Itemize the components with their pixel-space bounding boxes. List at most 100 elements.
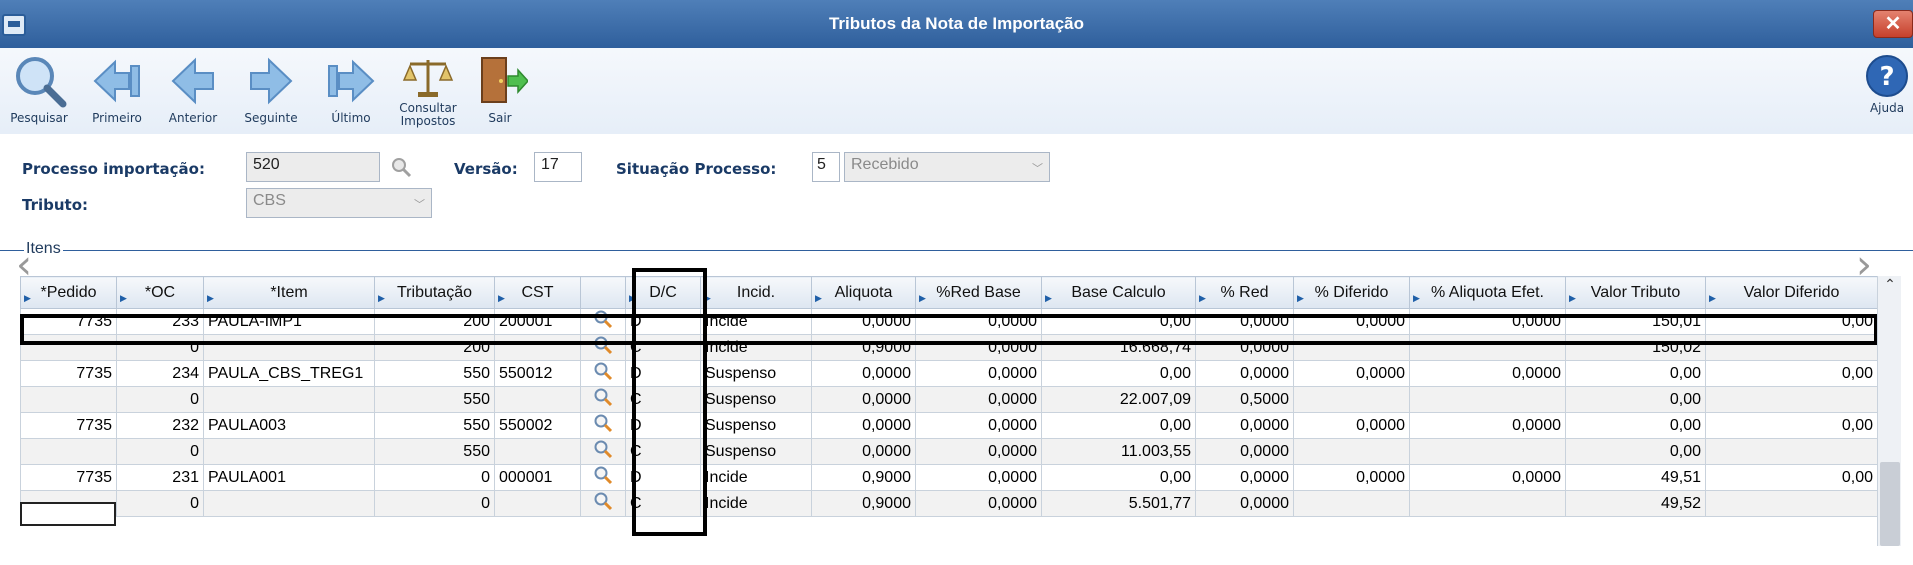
table-cell[interactable]: 0,0000 — [1195, 438, 1294, 465]
table-cell[interactable]: 550 — [374, 412, 495, 439]
table-cell[interactable]: Incide — [700, 490, 812, 517]
search-button[interactable]: Pesquisar — [6, 54, 72, 125]
exit-button[interactable]: Sair — [470, 54, 530, 125]
column-header[interactable]: ▶ *Pedido — [20, 276, 117, 309]
table-cell[interactable]: 0,0000 — [1195, 412, 1294, 439]
table-row[interactable]: 7735 232 PAULA003 550 550002 D Suspenso 0,0000 0… — [20, 412, 1878, 439]
table-cell[interactable]: Incide — [700, 334, 812, 361]
lookup-cell[interactable] — [580, 438, 626, 465]
table-cell[interactable]: 0,00 — [1705, 308, 1878, 335]
table-cell[interactable]: Incide — [700, 308, 812, 335]
table-cell[interactable]: 234 — [116, 360, 204, 387]
column-header[interactable]: ▶ *Item — [203, 276, 375, 309]
table-row[interactable]: 0 550 C Suspenso 0,0000 0,0000 22.007,09 0,5000… — [20, 386, 1878, 413]
table-cell[interactable]: 0,00 — [1705, 412, 1878, 439]
table-cell[interactable] — [1409, 334, 1566, 361]
table-cell[interactable]: 200 — [374, 308, 495, 335]
last-button[interactable]: Último — [318, 54, 384, 125]
table-cell[interactable]: 0,0000 — [1409, 464, 1566, 491]
table-cell[interactable]: 0,0000 — [915, 464, 1042, 491]
table-cell[interactable]: 22.007,09 — [1041, 386, 1196, 413]
table-cell[interactable]: 0,0000 — [811, 308, 916, 335]
table-row[interactable]: 7735 234 PAULA_CBS_TREG1 550 550012 D Suspenso… — [20, 360, 1878, 387]
table-cell[interactable]: 0,9000 — [811, 334, 916, 361]
table-cell[interactable]: C — [625, 386, 701, 413]
table-cell[interactable]: C — [625, 438, 701, 465]
tributo-select[interactable]: CBS ﹀ — [246, 188, 432, 218]
table-cell[interactable]: 16.668,74 — [1041, 334, 1196, 361]
table-cell[interactable] — [494, 386, 581, 413]
column-header[interactable]: ▶ % Diferido — [1293, 276, 1410, 309]
table-cell[interactable]: 0,0000 — [915, 360, 1042, 387]
table-cell[interactable]: 0,0000 — [915, 334, 1042, 361]
help-button[interactable]: ? Ajuda — [1865, 54, 1909, 115]
column-header[interactable]: ▶ %Red Base — [915, 276, 1042, 309]
table-cell[interactable]: 0 — [116, 386, 204, 413]
table-cell[interactable]: 0,0000 — [811, 438, 916, 465]
table-cell[interactable]: 0,9000 — [811, 464, 916, 491]
table-cell[interactable]: 550002 — [494, 412, 581, 439]
table-cell[interactable]: 0,00 — [1041, 412, 1196, 439]
table-cell[interactable] — [1293, 490, 1410, 517]
table-cell[interactable]: D — [625, 360, 701, 387]
table-cell[interactable] — [1409, 490, 1566, 517]
table-cell[interactable]: 0,0000 — [811, 386, 916, 413]
table-cell[interactable]: Suspenso — [700, 386, 812, 413]
table-cell[interactable]: 0,0000 — [1409, 360, 1566, 387]
table-cell[interactable]: 0 — [374, 490, 495, 517]
table-row[interactable]: 0 200 C Incide 0,9000 0,0000 16.668,74 0,0000 15… — [20, 334, 1878, 361]
vertical-scrollbar[interactable]: ⌃ — [1877, 276, 1901, 546]
column-header[interactable]: ▶ Aliquota — [811, 276, 916, 309]
table-cell[interactable]: 0,0000 — [811, 412, 916, 439]
table-cell[interactable]: D — [625, 308, 701, 335]
table-cell[interactable]: 550012 — [494, 360, 581, 387]
column-header[interactable]: ▶ % Aliquota Efet. — [1409, 276, 1566, 309]
table-cell[interactable] — [1705, 334, 1878, 361]
next-button[interactable]: Seguinte — [238, 54, 304, 125]
table-cell[interactable]: 0,0000 — [1195, 464, 1294, 491]
table-cell[interactable]: 7735 — [20, 412, 117, 439]
table-cell[interactable] — [203, 386, 375, 413]
table-cell[interactable]: 200 — [374, 334, 495, 361]
table-cell[interactable]: D — [625, 412, 701, 439]
close-button[interactable]: ✕ — [1873, 10, 1913, 38]
column-header[interactable]: ▶ Base Calculo — [1041, 276, 1196, 309]
lookup-icon[interactable] — [593, 439, 613, 459]
table-cell[interactable] — [494, 490, 581, 517]
table-cell[interactable]: 49,52 — [1565, 490, 1706, 517]
first-button[interactable]: Primeiro — [84, 54, 150, 125]
table-cell[interactable]: 0,0000 — [1195, 490, 1294, 517]
table-cell[interactable] — [1705, 386, 1878, 413]
table-cell[interactable] — [203, 334, 375, 361]
table-cell[interactable]: 0 — [374, 464, 495, 491]
table-cell[interactable]: D — [625, 464, 701, 491]
table-cell[interactable] — [203, 490, 375, 517]
table-cell[interactable] — [1409, 438, 1566, 465]
table-cell[interactable]: PAULA003 — [203, 412, 375, 439]
lookup-icon[interactable] — [593, 491, 613, 511]
table-cell[interactable]: C — [625, 490, 701, 517]
table-cell[interactable]: 0,0000 — [1293, 412, 1410, 439]
lookup-cell[interactable] — [580, 412, 626, 439]
column-header[interactable]: ▶ CST — [494, 276, 581, 309]
table-cell[interactable]: 150,02 — [1565, 334, 1706, 361]
table-cell[interactable]: 200001 — [494, 308, 581, 335]
table-cell[interactable]: 49,51 — [1565, 464, 1706, 491]
column-header[interactable] — [580, 276, 626, 309]
column-header[interactable]: ▶ Incid. — [700, 276, 812, 309]
table-cell[interactable]: 0,0000 — [1293, 308, 1410, 335]
table-cell[interactable]: 0,00 — [1565, 438, 1706, 465]
table-cell[interactable]: 0,9000 — [811, 490, 916, 517]
table-cell[interactable] — [203, 438, 375, 465]
table-cell[interactable] — [1705, 438, 1878, 465]
table-cell[interactable]: 7735 — [20, 308, 117, 335]
table-cell[interactable]: 0,0000 — [811, 360, 916, 387]
processo-field[interactable]: 520 — [246, 152, 380, 182]
processo-lookup-icon[interactable] — [390, 156, 412, 178]
column-header[interactable]: ▶ % Red — [1195, 276, 1294, 309]
table-cell[interactable]: PAULA_CBS_TREG1 — [203, 360, 375, 387]
table-cell[interactable]: 0,0000 — [1293, 464, 1410, 491]
table-cell[interactable]: 7735 — [20, 360, 117, 387]
versao-field[interactable]: 17 — [534, 152, 582, 182]
column-header[interactable]: ▶ Valor Diferido — [1705, 276, 1878, 309]
